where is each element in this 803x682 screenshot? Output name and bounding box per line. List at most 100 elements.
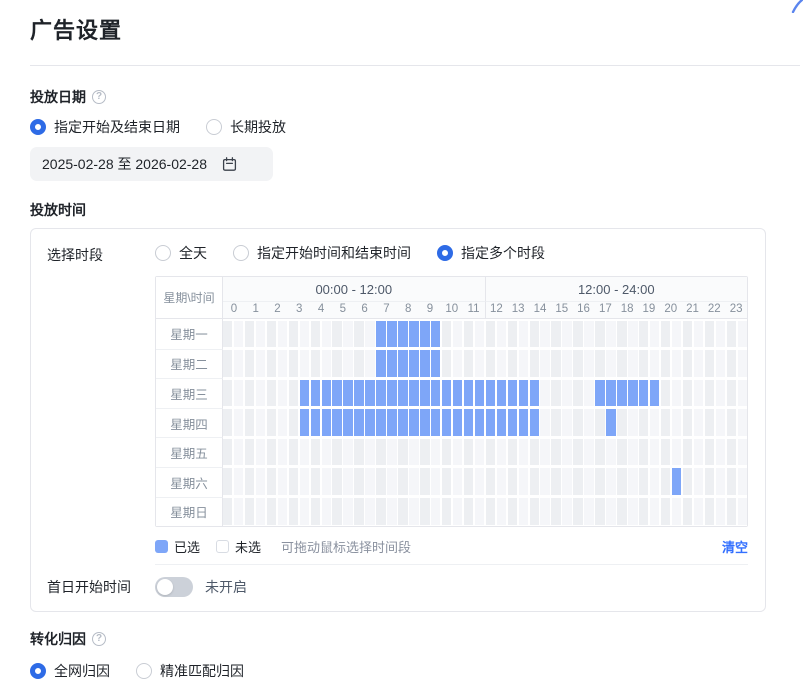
time-cell[interactable] bbox=[595, 350, 604, 377]
time-cell[interactable] bbox=[376, 409, 385, 436]
time-cell[interactable] bbox=[562, 350, 571, 377]
time-cell[interactable] bbox=[595, 409, 604, 436]
time-cell[interactable] bbox=[300, 321, 309, 348]
time-cell[interactable] bbox=[464, 468, 473, 495]
time-cell[interactable] bbox=[332, 498, 341, 525]
time-cell[interactable] bbox=[639, 380, 648, 407]
time-cell[interactable] bbox=[595, 321, 604, 348]
time-cell[interactable] bbox=[223, 439, 232, 466]
time-cell[interactable] bbox=[716, 409, 725, 436]
radio-option[interactable]: 精准匹配归因 bbox=[136, 661, 244, 681]
time-cell[interactable] bbox=[332, 468, 341, 495]
time-cell[interactable] bbox=[311, 350, 320, 377]
time-cell[interactable] bbox=[519, 439, 528, 466]
time-cell[interactable] bbox=[278, 439, 287, 466]
time-cell[interactable] bbox=[628, 321, 637, 348]
time-cell[interactable] bbox=[738, 468, 747, 495]
time-cell[interactable] bbox=[650, 498, 659, 525]
time-cell[interactable] bbox=[442, 498, 451, 525]
time-cell[interactable] bbox=[562, 439, 571, 466]
radio-unselected-icon[interactable] bbox=[136, 663, 152, 679]
radio-option[interactable]: 全网归因 bbox=[30, 661, 110, 681]
time-cell[interactable] bbox=[584, 321, 593, 348]
time-cell[interactable] bbox=[705, 439, 714, 466]
time-cell[interactable] bbox=[289, 439, 298, 466]
time-cell[interactable] bbox=[300, 350, 309, 377]
time-cell[interactable] bbox=[234, 409, 243, 436]
time-cell[interactable] bbox=[267, 468, 276, 495]
time-cell[interactable] bbox=[267, 321, 276, 348]
time-cell[interactable] bbox=[573, 409, 582, 436]
time-cell[interactable] bbox=[409, 498, 418, 525]
time-cell[interactable] bbox=[486, 498, 495, 525]
time-cell[interactable] bbox=[727, 498, 736, 525]
time-cell[interactable] bbox=[442, 380, 451, 407]
time-cell[interactable] bbox=[540, 468, 549, 495]
clear-button[interactable]: 清空 bbox=[722, 537, 748, 556]
time-cell[interactable] bbox=[332, 439, 341, 466]
time-cell[interactable] bbox=[453, 350, 462, 377]
time-cell[interactable] bbox=[387, 350, 396, 377]
time-cell[interactable] bbox=[628, 498, 637, 525]
time-cell[interactable] bbox=[398, 409, 407, 436]
time-cell[interactable] bbox=[289, 498, 298, 525]
time-cell[interactable] bbox=[365, 350, 374, 377]
time-cell[interactable] bbox=[289, 321, 298, 348]
time-cell[interactable] bbox=[475, 321, 484, 348]
time-cell[interactable] bbox=[727, 409, 736, 436]
time-cell[interactable] bbox=[398, 439, 407, 466]
time-cell[interactable] bbox=[486, 409, 495, 436]
time-cell[interactable] bbox=[223, 321, 232, 348]
time-cell[interactable] bbox=[267, 409, 276, 436]
time-cell[interactable] bbox=[343, 498, 352, 525]
time-cell[interactable] bbox=[245, 350, 254, 377]
time-cell[interactable] bbox=[256, 498, 265, 525]
time-cell[interactable] bbox=[639, 409, 648, 436]
time-cell[interactable] bbox=[672, 439, 681, 466]
time-cell[interactable] bbox=[267, 380, 276, 407]
time-cell[interactable] bbox=[683, 409, 692, 436]
time-cell[interactable] bbox=[497, 321, 506, 348]
time-cell[interactable] bbox=[716, 321, 725, 348]
time-cell[interactable] bbox=[497, 350, 506, 377]
time-cell[interactable] bbox=[376, 468, 385, 495]
time-cell[interactable] bbox=[332, 380, 341, 407]
time-cell[interactable] bbox=[387, 380, 396, 407]
time-cell[interactable] bbox=[486, 321, 495, 348]
time-cell[interactable] bbox=[464, 439, 473, 466]
time-cell[interactable] bbox=[223, 468, 232, 495]
time-cell[interactable] bbox=[464, 409, 473, 436]
time-cell[interactable] bbox=[639, 468, 648, 495]
time-cell[interactable] bbox=[573, 321, 582, 348]
time-cell[interactable] bbox=[365, 439, 374, 466]
time-cell[interactable] bbox=[442, 321, 451, 348]
time-cell[interactable] bbox=[343, 409, 352, 436]
time-cell[interactable] bbox=[354, 350, 363, 377]
time-cell[interactable] bbox=[562, 380, 571, 407]
time-cell[interactable] bbox=[322, 439, 331, 466]
time-cell[interactable] bbox=[300, 409, 309, 436]
time-cell[interactable] bbox=[606, 350, 615, 377]
time-cell[interactable] bbox=[442, 439, 451, 466]
time-cell[interactable] bbox=[738, 409, 747, 436]
time-cell[interactable] bbox=[376, 498, 385, 525]
calendar-icon[interactable] bbox=[221, 156, 238, 173]
time-cell[interactable] bbox=[267, 350, 276, 377]
time-cell[interactable] bbox=[398, 350, 407, 377]
time-cell[interactable] bbox=[705, 409, 714, 436]
time-cell[interactable] bbox=[431, 409, 440, 436]
time-cell[interactable] bbox=[256, 409, 265, 436]
time-cell[interactable] bbox=[738, 350, 747, 377]
time-cell[interactable] bbox=[508, 409, 517, 436]
time-cell[interactable] bbox=[497, 468, 506, 495]
time-cell[interactable] bbox=[256, 350, 265, 377]
time-cell[interactable] bbox=[661, 380, 670, 407]
time-cell[interactable] bbox=[267, 439, 276, 466]
time-cell[interactable] bbox=[354, 439, 363, 466]
time-cell[interactable] bbox=[617, 350, 626, 377]
time-cell[interactable] bbox=[562, 468, 571, 495]
time-cell[interactable] bbox=[639, 498, 648, 525]
time-cell[interactable] bbox=[617, 380, 626, 407]
time-cell[interactable] bbox=[551, 439, 560, 466]
time-cell[interactable] bbox=[639, 350, 648, 377]
